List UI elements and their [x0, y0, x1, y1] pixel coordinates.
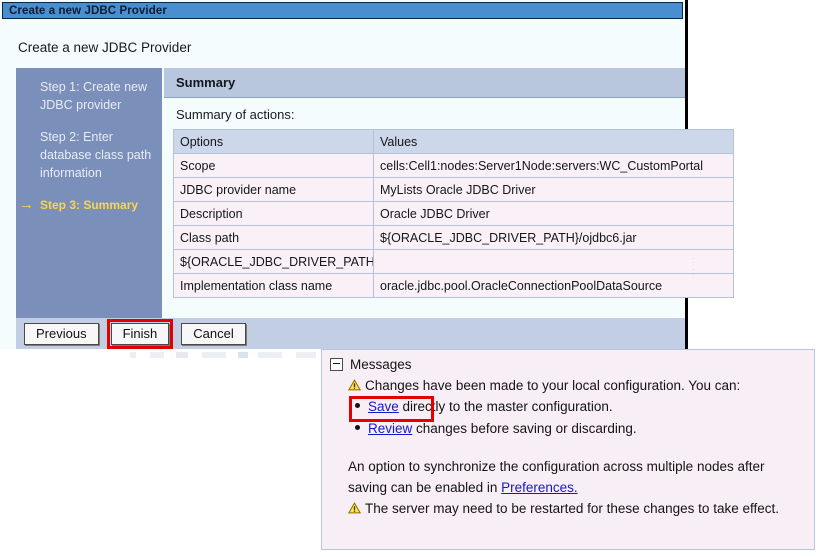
- table-row: Class path ${ORACLE_JDBC_DRIVER_PATH}/oj…: [174, 226, 734, 250]
- warning-message-restart: The server may need to be restarted for …: [348, 498, 806, 519]
- cell-value: oracle.jdbc.pool.OracleConnectionPoolDat…: [374, 274, 734, 298]
- table-header-row: Options Values: [174, 130, 734, 154]
- messages-header: Messages: [330, 357, 806, 372]
- previous-button[interactable]: Previous: [24, 323, 99, 345]
- cell-value: cells:Cell1:nodes:Server1Node:servers:WC…: [374, 154, 734, 178]
- sidebar-item-step-2-label: Step 2: Enter database class path inform…: [40, 130, 151, 180]
- table-row: Implementation class name oracle.jdbc.po…: [174, 274, 734, 298]
- sync-option-paragraph: An option to synchronize the configurati…: [348, 456, 806, 498]
- sidebar-item-step-3[interactable]: → Step 3: Summary: [16, 196, 162, 214]
- cell-value: Oracle JDBC Driver: [374, 202, 734, 226]
- dialog-title-bar: Create a new JDBC Provider: [2, 2, 683, 19]
- table-row: Scope cells:Cell1:nodes:Server1Node:serv…: [174, 154, 734, 178]
- summary-table: Options Values Scope cells:Cell1:nodes:S…: [173, 129, 734, 298]
- jdbc-provider-wizard-dialog: Create a new JDBC Provider Create a new …: [0, 0, 688, 349]
- table-row: Description Oracle JDBC Driver: [174, 202, 734, 226]
- cell-value: [374, 250, 734, 274]
- sidebar-item-step-1[interactable]: Step 1: Create new JDBC provider: [16, 78, 162, 114]
- bullet-icon: [355, 403, 360, 408]
- list-item: Save directly to the master configuratio…: [348, 396, 806, 418]
- messages-title: Messages: [350, 357, 412, 372]
- finish-button-highlight: Finish: [107, 319, 174, 349]
- column-header-options: Options: [174, 130, 374, 154]
- wizard-step-sidebar: Step 1: Create new JDBC provider Step 2:…: [16, 68, 162, 318]
- wizard-footer: Previous Finish Cancel: [16, 318, 685, 349]
- preferences-link[interactable]: Preferences.: [501, 480, 578, 495]
- arrow-right-icon: →: [19, 196, 34, 214]
- column-header-values: Values: [374, 130, 734, 154]
- messages-panel: Messages Changes have been made to your …: [321, 349, 815, 550]
- list-item: Review changes before saving or discardi…: [348, 418, 806, 440]
- table-row: ${ORACLE_JDBC_DRIVER_PATH}: [174, 250, 734, 274]
- sidebar-item-step-3-label: Step 3: Summary: [40, 198, 138, 212]
- wizard-content-panel: Summary Summary of actions: Options Valu…: [164, 68, 685, 318]
- summary-subtitle: Summary of actions:: [164, 98, 685, 129]
- bullet-icon: [355, 425, 360, 430]
- cell-value: MyLists Oracle JDBC Driver: [374, 178, 734, 202]
- previous-button-wrap: Previous: [24, 323, 99, 345]
- cell-option: ${ORACLE_JDBC_DRIVER_PATH}: [174, 250, 374, 274]
- review-bullet-text: changes before saving or discarding.: [412, 421, 636, 436]
- sidebar-item-step-1-label: Step 1: Create new JDBC provider: [40, 80, 147, 112]
- cancel-button[interactable]: Cancel: [181, 323, 245, 345]
- collapse-minus-icon[interactable]: [330, 358, 343, 371]
- page-title: Create a new JDBC Provider: [18, 40, 191, 55]
- warning-message-restart-text: The server may need to be restarted for …: [365, 498, 779, 519]
- content-header-title: Summary: [176, 75, 235, 90]
- save-bullet-text: directly to the master configuration.: [399, 399, 613, 414]
- cell-option: Class path: [174, 226, 374, 250]
- finish-button[interactable]: Finish: [111, 323, 170, 345]
- messages-body: Changes have been made to your local con…: [330, 375, 806, 519]
- sidebar-item-step-2[interactable]: Step 2: Enter database class path inform…: [16, 128, 162, 182]
- warning-triangle-icon: [348, 502, 361, 514]
- scrollbar-artifact: :;: [692, 255, 698, 311]
- cell-option: Implementation class name: [174, 274, 374, 298]
- warning-triangle-icon: [348, 379, 361, 391]
- dialog-title: Create a new JDBC Provider: [9, 5, 167, 17]
- warning-message-local-config-text: Changes have been made to your local con…: [365, 375, 740, 396]
- cell-option: Scope: [174, 154, 374, 178]
- cell-option: Description: [174, 202, 374, 226]
- table-row: JDBC provider name MyLists Oracle JDBC D…: [174, 178, 734, 202]
- content-header: Summary: [164, 68, 685, 98]
- cell-value: ${ORACLE_JDBC_DRIVER_PATH}/ojdbc6.jar: [374, 226, 734, 250]
- warning-message-local-config: Changes have been made to your local con…: [348, 375, 806, 396]
- save-link[interactable]: Save: [368, 399, 399, 414]
- cell-option: JDBC provider name: [174, 178, 374, 202]
- review-link[interactable]: Review: [368, 421, 412, 436]
- cancel-button-wrap: Cancel: [181, 323, 245, 345]
